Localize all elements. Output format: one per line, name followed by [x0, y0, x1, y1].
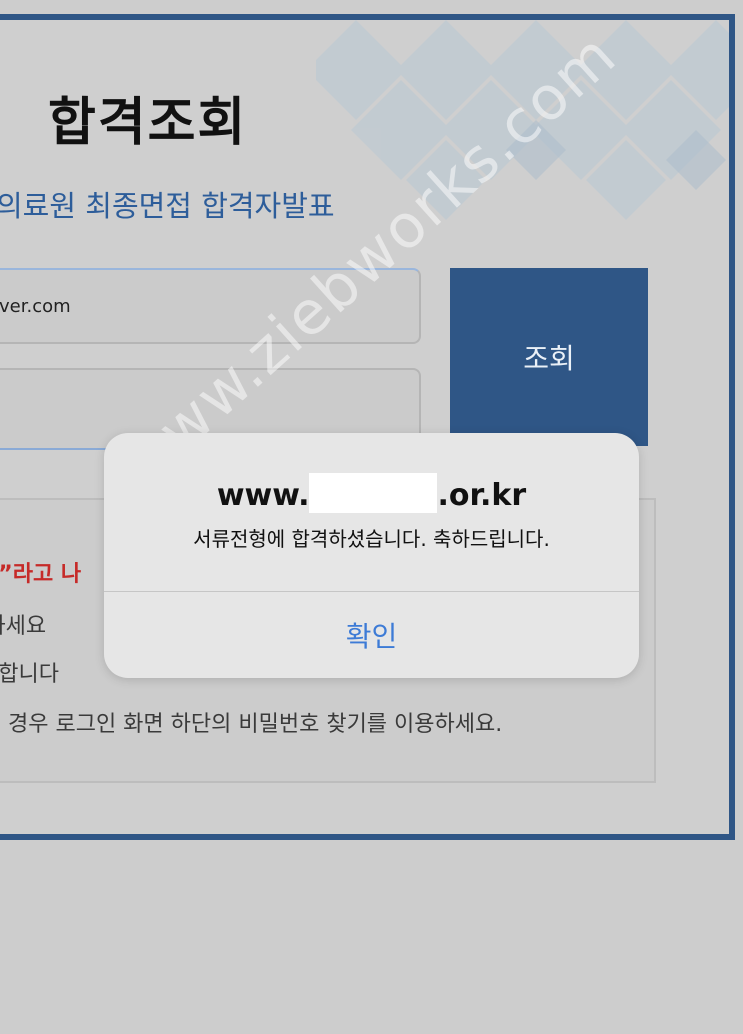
page-frame: 합격조회 의료원 최종면접 합격자발표 aver.com 조회 다”라고 나 |… — [0, 14, 735, 840]
diamond-pattern-decoration — [316, 20, 729, 220]
alert-title: www. .or.kr — [104, 473, 639, 513]
email-field-value: aver.com — [0, 296, 71, 317]
notice-line-4: 경우 로그인 화면 하단의 비밀번호 찾기를 이용하세요. — [8, 712, 503, 737]
notice-line-red: 다”라고 나 — [0, 562, 82, 587]
notice-line-2: |하세요 — [0, 614, 47, 639]
notice-line-3: 분합니다 — [0, 662, 59, 687]
alert-host-prefix: www. — [216, 478, 310, 513]
redacted-block — [309, 473, 438, 513]
page-title: 합격조회 — [48, 93, 248, 153]
email-field[interactable]: aver.com — [0, 268, 421, 344]
confirm-button[interactable]: 확인 — [104, 592, 639, 678]
search-button[interactable]: 조회 — [450, 268, 648, 446]
page-subtitle: 의료원 최종면접 합격자발표 — [0, 189, 335, 223]
alert-dialog: www. .or.kr 서류전형에 합격하셨습니다. 축하드립니다. 확인 — [104, 433, 639, 678]
alert-message: 서류전형에 합격하셨습니다. 축하드립니다. — [193, 527, 550, 551]
alert-host-suffix: .or.kr — [437, 478, 527, 513]
